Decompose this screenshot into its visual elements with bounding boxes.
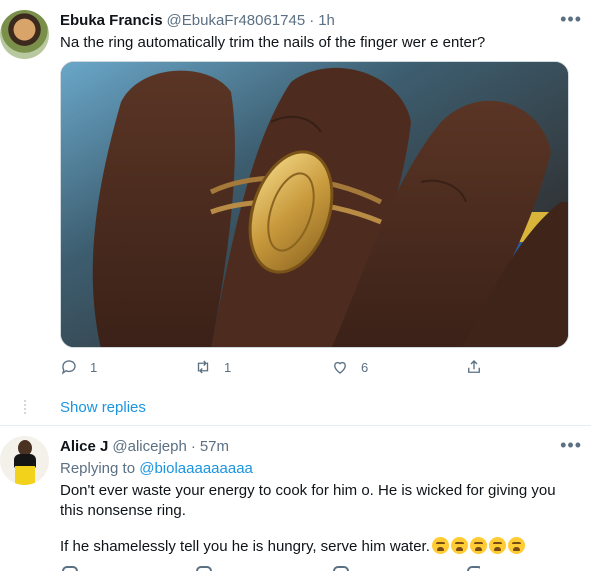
- reply-icon[interactable]: [62, 566, 78, 571]
- retweet-button[interactable]: 1: [194, 358, 231, 376]
- retweet-icon: [197, 360, 209, 374]
- timestamp[interactable]: 57m: [200, 438, 229, 455]
- avatar[interactable]: [0, 436, 49, 485]
- retweet-count: 1: [224, 359, 232, 375]
- more-options-icon[interactable]: •••: [560, 436, 582, 454]
- mention-link[interactable]: @biolaaaaaaaaa: [139, 460, 253, 477]
- weary-face-icon: [488, 537, 506, 554]
- display-name[interactable]: Ebuka Francis: [60, 12, 163, 29]
- avatar[interactable]: [0, 10, 49, 59]
- heart-icon: [334, 361, 346, 374]
- reply-count: 1: [90, 359, 98, 375]
- tweet-text-content: If he shamelessly tell you he is hungry,…: [60, 538, 430, 555]
- separator-dot: ·: [309, 12, 315, 29]
- weary-face-icon: [431, 537, 449, 554]
- like-count: 6: [361, 359, 369, 375]
- share-icon[interactable]: [467, 566, 480, 571]
- share-icon: [468, 360, 480, 373]
- tweet-text: Don't ever waste your energy to cook for…: [60, 482, 556, 519]
- separator-dot: ·: [190, 438, 196, 455]
- tweet-text-line2: If he shamelessly tell you he is hungry,…: [60, 537, 580, 557]
- weary-face-icon: [469, 537, 487, 554]
- more-options-icon[interactable]: •••: [560, 10, 582, 28]
- heart-icon[interactable]: [333, 566, 349, 571]
- retweet-icon[interactable]: [196, 566, 212, 571]
- share-button[interactable]: [465, 358, 483, 376]
- user-handle[interactable]: @EbukaFr48061745: [167, 12, 306, 29]
- display-name[interactable]: Alice J: [60, 438, 108, 455]
- like-button[interactable]: 6: [331, 358, 368, 376]
- tweet-text: Na the ring automatically trim the nails…: [60, 34, 486, 51]
- photo-of-hand-with-gold-ring-icon: [61, 62, 568, 347]
- thread-connector: [24, 400, 26, 414]
- reply-button[interactable]: 1: [60, 358, 97, 376]
- tweet-ebuka-francis[interactable]: Ebuka Francis @EbukaFr48061745 · 1h ••• …: [0, 0, 591, 425]
- weary-face-icon: [507, 537, 525, 554]
- tweet-header: Alice J @alicejeph · 57m: [60, 438, 229, 455]
- tweet-header: Ebuka Francis @EbukaFr48061745 · 1h: [60, 12, 335, 29]
- show-replies-link[interactable]: Show replies: [60, 399, 146, 416]
- user-handle[interactable]: @alicejeph: [112, 438, 186, 455]
- weary-face-icon: [450, 537, 468, 554]
- reply-icon: [61, 360, 76, 375]
- replying-to: Replying to @biolaaaaaaaaa: [60, 460, 253, 477]
- tweet-image[interactable]: [60, 61, 569, 348]
- tweet-actions-partial: [60, 566, 480, 571]
- timestamp[interactable]: 1h: [318, 12, 335, 29]
- replying-prefix: Replying to: [60, 460, 136, 477]
